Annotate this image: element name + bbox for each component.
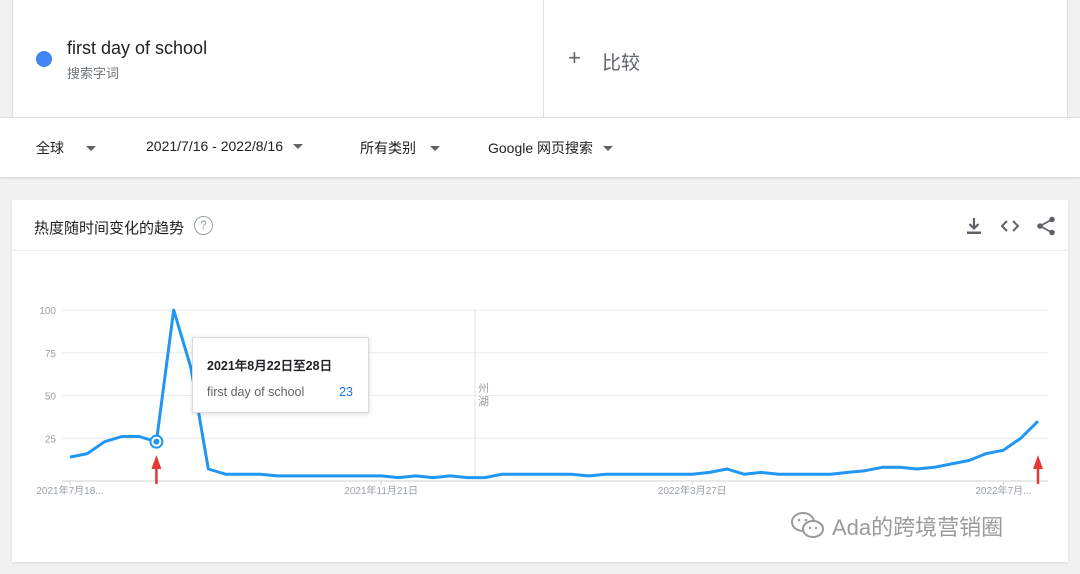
y-tick-label: 100 — [39, 306, 56, 317]
hover-tooltip: 2021年8月22日至28日 first day of school 23 — [192, 337, 369, 413]
annotation-note-line: 州 — [478, 383, 489, 395]
x-tick-label: 2021年7月18... — [36, 484, 103, 497]
series-color-dot — [36, 51, 52, 67]
interest-over-time-card: 热度随时间变化的趋势 ? 100 75 50 25 2021年7月18... 2021年… — [12, 200, 1068, 562]
region-dropdown[interactable]: 全球 — [36, 138, 96, 158]
date-range-value: 2021/7/16 - 2022/8/16 — [146, 138, 284, 154]
filter-bar: 全球 2021/7/16 - 2022/8/16 所有类别 Google 网页搜… — [0, 117, 1080, 177]
chevron-down-icon — [603, 145, 614, 151]
property-dropdown[interactable]: Google 网页搜索 — [488, 138, 614, 158]
search-term-name[interactable]: first day of school — [67, 38, 207, 59]
tooltip-term: first day of school — [207, 385, 305, 399]
date-range-dropdown[interactable]: 2021/7/16 - 2022/8/16 — [146, 138, 304, 154]
search-term-type: 搜索字词 — [67, 66, 120, 81]
watermark-text: Ada的跨境营销圈 — [832, 515, 1004, 540]
annotation-note-line: 湖 — [478, 395, 489, 408]
tooltip-value: 23 — [339, 385, 353, 399]
y-tick-label: 75 — [45, 349, 57, 360]
plus-icon: + — [568, 45, 581, 70]
y-tick-label: 50 — [45, 392, 57, 403]
y-tick-label: 25 — [45, 434, 57, 445]
hover-point-dot — [153, 438, 160, 445]
hover-point-marker — [149, 434, 164, 449]
wechat-watermark: Ada的跨境营销圈 — [790, 510, 1003, 542]
search-term-card: first day of school 搜索字词 + 比较 — [12, 0, 1068, 117]
chevron-down-icon — [293, 143, 304, 149]
compare-button[interactable]: + 比较 — [544, 0, 1067, 117]
region-value: 全球 — [36, 140, 64, 156]
red-arrow-head — [151, 455, 162, 469]
category-value: 所有类别 — [360, 140, 416, 156]
property-value: Google 网页搜索 — [488, 140, 594, 156]
search-term-chip[interactable]: first day of school 搜索字词 — [13, 0, 544, 117]
trend-line-chart[interactable]: 100 75 50 25 2021年7月18... 2021年11月21日 2022年3月… — [12, 200, 1068, 562]
x-tick-label: 2022年7月... — [975, 484, 1031, 497]
chevron-down-icon — [86, 145, 96, 151]
category-dropdown[interactable]: 所有类别 — [360, 138, 440, 158]
compare-label: 比较 — [602, 53, 641, 74]
x-tick-label: 2021年11月21日 — [344, 484, 418, 497]
x-axis-labels: 2021年7月18... 2021年11月21日 2022年3月27日 2022年7月… — [36, 484, 1031, 497]
wechat-icon — [791, 512, 824, 538]
tooltip-date: 2021年8月22日至28日 — [207, 359, 333, 373]
x-tick-label: 2022年3月27日 — [658, 484, 727, 497]
chevron-down-icon — [430, 145, 440, 151]
y-axis-labels: 100 75 50 25 — [39, 306, 56, 445]
red-arrow-head — [1033, 455, 1043, 469]
